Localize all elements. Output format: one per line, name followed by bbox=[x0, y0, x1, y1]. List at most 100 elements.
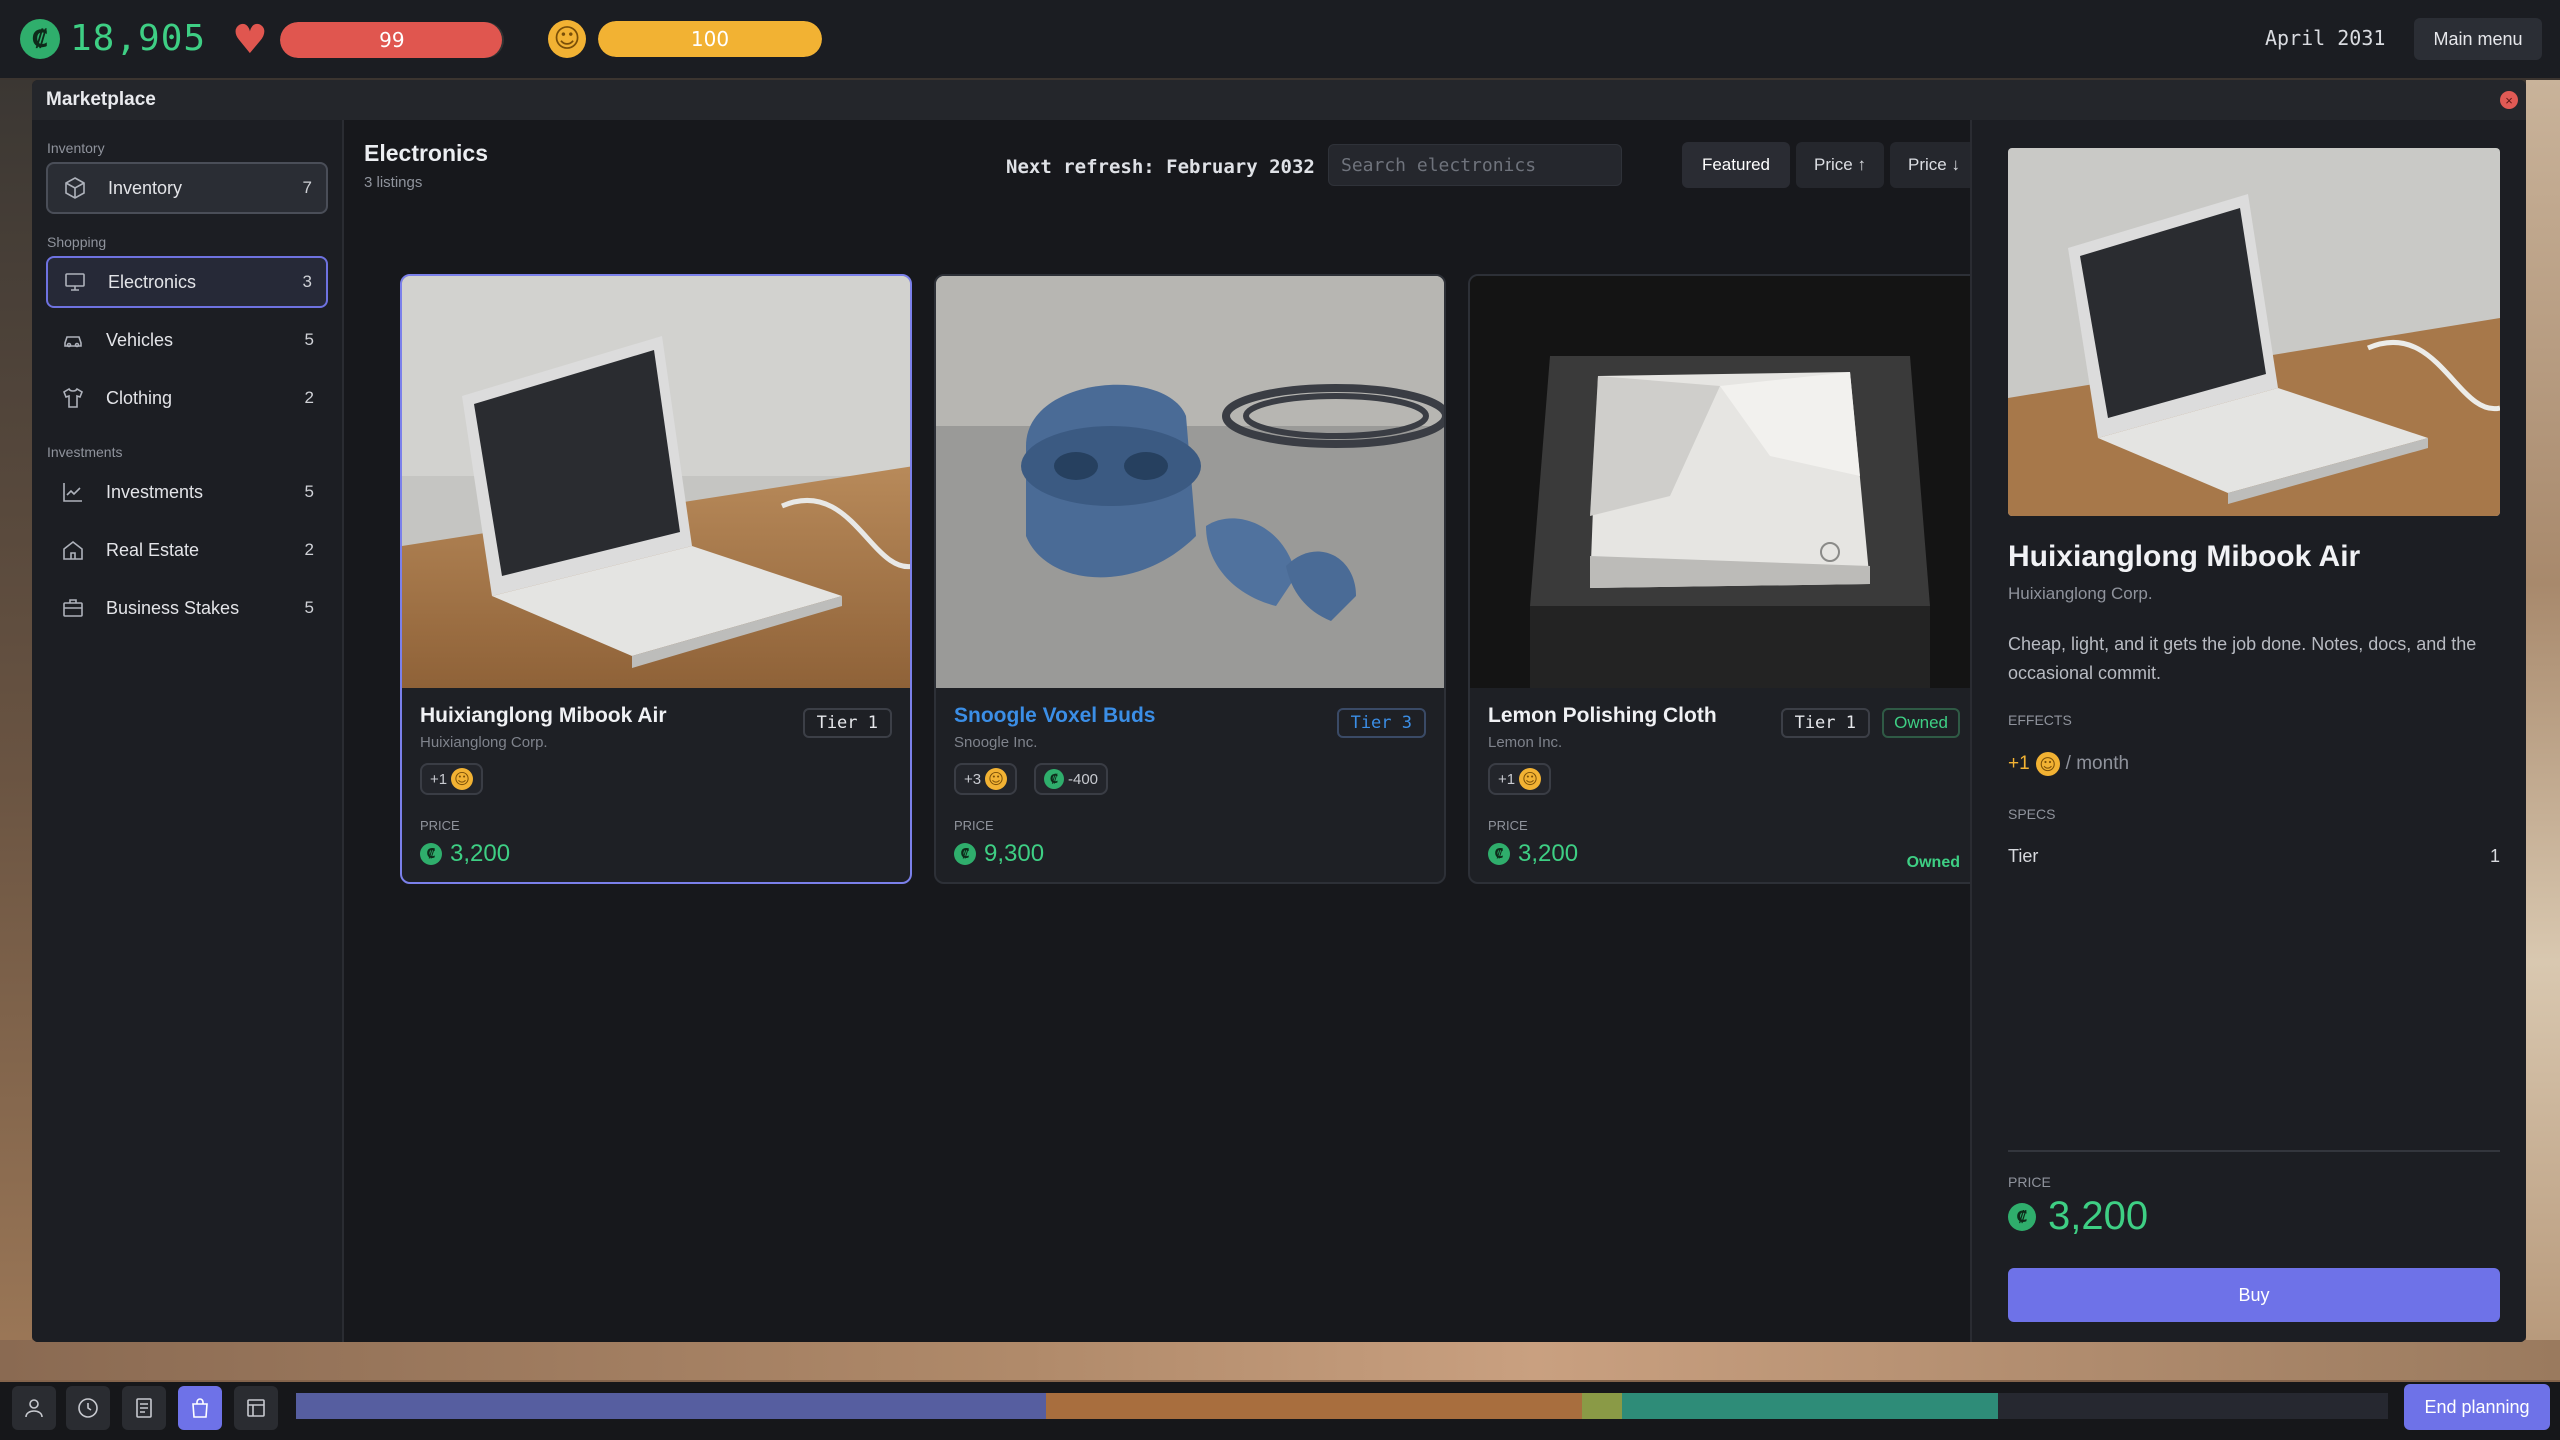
spec-value: 1 bbox=[2489, 846, 2500, 866]
sidebar-section-label: Investments bbox=[47, 444, 123, 460]
product-image-cloth bbox=[1470, 276, 1978, 688]
ledger-icon[interactable] bbox=[234, 1386, 278, 1430]
product-card[interactable]: Lemon Polishing Cloth Lemon Inc. Tier 1 … bbox=[1468, 274, 1980, 884]
sidebar-section-label: Shopping bbox=[47, 234, 107, 250]
sidebar-item-label: Real Estate bbox=[106, 539, 200, 560]
chip-value: +1 bbox=[430, 770, 448, 788]
coin-icon: ₡ bbox=[2008, 1202, 2036, 1231]
heart-icon: ♥ bbox=[232, 17, 268, 63]
clock-icon[interactable] bbox=[66, 1386, 110, 1430]
shirt-icon bbox=[60, 385, 86, 411]
game-date: April 2031 bbox=[2265, 26, 2386, 50]
sidebar-item-label: Clothing bbox=[106, 387, 173, 408]
price-label: PRICE bbox=[420, 818, 460, 833]
listing-panel: Electronics 3 listings Next refresh: Feb… bbox=[346, 120, 1980, 1342]
sidebar-item-investments[interactable]: Investments 5 bbox=[46, 466, 328, 518]
effect-unit: / month bbox=[2065, 753, 2130, 774]
timeline-segment-work bbox=[296, 1393, 1046, 1419]
effect-chip-happiness: +1 ☺ bbox=[1488, 763, 1552, 795]
document-icon[interactable] bbox=[122, 1386, 166, 1430]
coin-icon: ₡ bbox=[1488, 843, 1510, 865]
sidebar-item-electronics[interactable]: Electronics 3 bbox=[46, 256, 328, 308]
product-corp: Huixianglong Corp. bbox=[420, 734, 548, 751]
chart-line-icon bbox=[60, 479, 86, 505]
background-left-edge bbox=[0, 80, 32, 1340]
sidebar-item-count: 2 bbox=[304, 388, 314, 407]
price-value: 3,200 bbox=[2048, 1194, 2149, 1238]
product-card[interactable]: Snoogle Voxel Buds Snoogle Inc. Tier 3 +… bbox=[934, 274, 1446, 884]
end-planning-button[interactable]: End planning bbox=[2404, 1384, 2550, 1430]
effects-label: EFFECTS bbox=[2008, 712, 2072, 728]
sidebar-item-business-stakes[interactable]: Business Stakes 5 bbox=[46, 582, 328, 634]
detail-price: ₡ 3,200 bbox=[2008, 1194, 2148, 1239]
chip-value: +1 bbox=[1498, 770, 1516, 788]
detail-corp: Huixianglong Corp. bbox=[2008, 584, 2153, 603]
sidebar: Inventory Inventory 7 Shopping Electroni… bbox=[32, 120, 344, 1342]
product-name[interactable]: Snoogle Voxel Buds bbox=[954, 704, 1155, 728]
buy-button[interactable]: Buy bbox=[2008, 1268, 2500, 1322]
owned-badge: Owned bbox=[1882, 708, 1960, 738]
person-icon[interactable] bbox=[12, 1386, 56, 1430]
sidebar-item-label: Investments bbox=[106, 481, 204, 502]
product-card[interactable]: Huixianglong Mibook Air Huixianglong Cor… bbox=[400, 274, 912, 884]
price-value: 3,200 bbox=[1518, 840, 1579, 867]
timeline-segment-empty bbox=[1998, 1393, 2388, 1419]
price-label: PRICE bbox=[2008, 1174, 2051, 1190]
tier-badge: Tier 1 bbox=[1780, 708, 1870, 738]
smiley-icon: ☺ bbox=[1519, 768, 1542, 790]
tier-badge: Tier 3 bbox=[1336, 708, 1426, 738]
detail-description: Cheap, light, and it gets the job done. … bbox=[2008, 634, 2477, 683]
happiness-value: 100 bbox=[690, 27, 730, 51]
sidebar-item-count: 5 bbox=[304, 598, 314, 617]
smiley-icon: ☺ bbox=[548, 20, 586, 58]
price-value: 9,300 bbox=[984, 840, 1045, 867]
effect-chip-happiness: +3 ☺ bbox=[954, 763, 1018, 795]
briefcase-icon bbox=[60, 595, 86, 621]
detail-image-laptop bbox=[2008, 148, 2500, 516]
product-corp: Lemon Inc. bbox=[1488, 734, 1563, 751]
detail-effect: +1 ☺ / month bbox=[2008, 752, 2129, 776]
sidebar-item-count: 5 bbox=[304, 482, 314, 501]
health-value: 99 bbox=[379, 28, 405, 52]
effect-chip-happiness: +1 ☺ bbox=[420, 763, 484, 795]
sort-price-asc-button[interactable]: Price ↑ bbox=[1796, 142, 1884, 188]
happiness-bar: 100 bbox=[598, 21, 822, 57]
sort-price-desc-button[interactable]: Price ↓ bbox=[1890, 142, 1978, 188]
timeline-segment-leisure bbox=[1622, 1393, 1998, 1419]
close-icon[interactable]: × bbox=[2500, 91, 2518, 109]
shopping-bag-icon[interactable] bbox=[178, 1386, 222, 1430]
sidebar-item-count: 7 bbox=[302, 178, 312, 197]
sort-featured-button[interactable]: Featured bbox=[1682, 142, 1790, 188]
main-menu-button[interactable]: Main menu bbox=[2414, 18, 2542, 60]
background-floor bbox=[0, 1340, 2560, 1380]
sidebar-item-inventory[interactable]: Inventory 7 bbox=[46, 162, 328, 214]
product-name: Huixianglong Mibook Air bbox=[420, 704, 667, 727]
sidebar-item-label: Inventory bbox=[108, 177, 183, 198]
product-price: ₡ 9,300 bbox=[954, 840, 1044, 868]
sidebar-item-label: Vehicles bbox=[106, 329, 174, 350]
sidebar-item-real-estate[interactable]: Real Estate 2 bbox=[46, 524, 328, 576]
house-icon bbox=[60, 537, 86, 563]
divider bbox=[2008, 1150, 2500, 1152]
health-bar: 99 bbox=[279, 22, 504, 58]
sidebar-item-clothing[interactable]: Clothing 2 bbox=[46, 372, 328, 424]
product-name: Lemon Polishing Cloth bbox=[1488, 704, 1717, 727]
sidebar-item-vehicles[interactable]: Vehicles 5 bbox=[46, 314, 328, 366]
effect-value: +1 bbox=[2008, 753, 2030, 774]
product-image-laptop bbox=[402, 276, 910, 688]
timeline-segment-transition bbox=[1582, 1393, 1622, 1419]
spec-row: Tier 1 bbox=[2008, 846, 2500, 867]
background-right-edge bbox=[2526, 80, 2560, 1340]
coin-icon: ₡ bbox=[420, 843, 442, 865]
smiley-icon: ☺ bbox=[985, 768, 1008, 790]
sidebar-section-label: Inventory bbox=[47, 140, 105, 156]
sidebar-item-count: 3 bbox=[302, 272, 312, 291]
sidebar-item-count: 2 bbox=[304, 540, 314, 559]
detail-panel: Huixianglong Mibook Air Huixianglong Cor… bbox=[1970, 120, 2526, 1342]
owned-status: Owned bbox=[1906, 854, 1960, 871]
listing-count: 3 listings bbox=[364, 174, 423, 191]
coin-icon: ₡ bbox=[954, 843, 976, 865]
window-title: Marketplace bbox=[46, 89, 156, 110]
search-input[interactable] bbox=[1328, 144, 1622, 186]
product-corp: Snoogle Inc. bbox=[954, 734, 1038, 751]
